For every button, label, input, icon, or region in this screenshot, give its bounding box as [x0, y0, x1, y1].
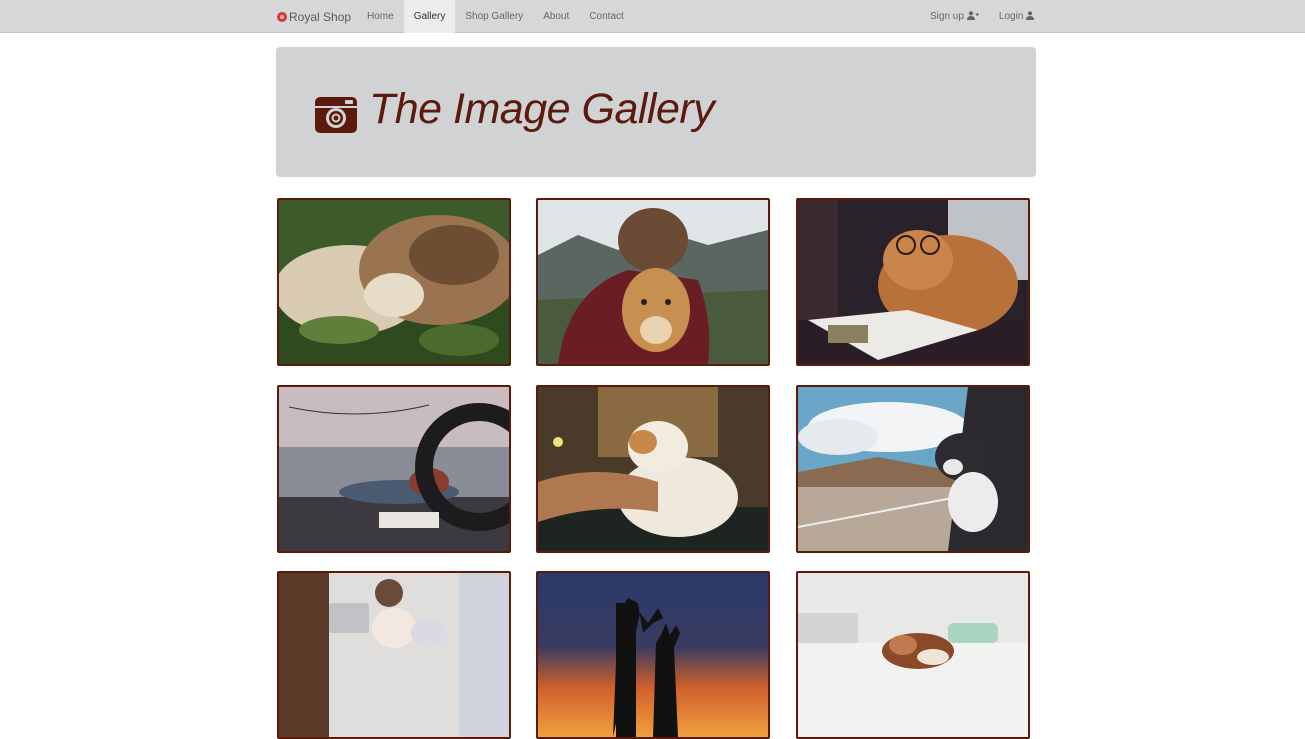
user-icon — [1026, 10, 1035, 23]
gallery-image-cat-pet[interactable] — [536, 385, 770, 553]
brand-name: Royal Shop — [289, 9, 352, 24]
page-title: The Image Gallery — [369, 85, 715, 133]
brand-link[interactable]: Royal Shop — [277, 0, 351, 33]
brand-logo-icon — [277, 11, 287, 22]
camera-icon — [315, 97, 357, 133]
login-label: Login — [998, 11, 1024, 22]
gallery-image-dog-glasses[interactable] — [796, 198, 1030, 366]
signup-label: Sign up — [930, 11, 964, 22]
gallery-image-cat-dog[interactable] — [277, 198, 511, 366]
signup-link[interactable]: Sign up — [920, 0, 989, 33]
nav-shop-gallery[interactable]: Shop Gallery — [455, 0, 533, 33]
gallery-image-woman-laptop[interactable] — [277, 571, 511, 739]
gallery-image-woman-rooftop[interactable] — [277, 385, 511, 553]
gallery-image-man-dog[interactable] — [536, 198, 770, 366]
gallery-image-dog-car[interactable] — [796, 385, 1030, 553]
nav-contact[interactable]: Contact — [579, 0, 633, 33]
nav-about[interactable]: About — [533, 0, 579, 33]
gallery-header: The Image Gallery — [276, 47, 1036, 177]
gallery-image-sunset-silhouettes[interactable] — [536, 571, 770, 739]
top-navbar: Royal Shop Home Gallery Shop Gallery Abo… — [0, 0, 1305, 33]
main-nav: Home Gallery Shop Gallery About Contact — [357, 0, 634, 33]
nav-home[interactable]: Home — [357, 0, 404, 33]
gallery-image-puppy-bed[interactable] — [796, 571, 1030, 739]
user-plus-icon — [966, 10, 979, 23]
account-nav: Sign up Login — [920, 0, 1044, 33]
nav-gallery[interactable]: Gallery — [403, 0, 456, 33]
login-link[interactable]: Login — [989, 0, 1044, 33]
